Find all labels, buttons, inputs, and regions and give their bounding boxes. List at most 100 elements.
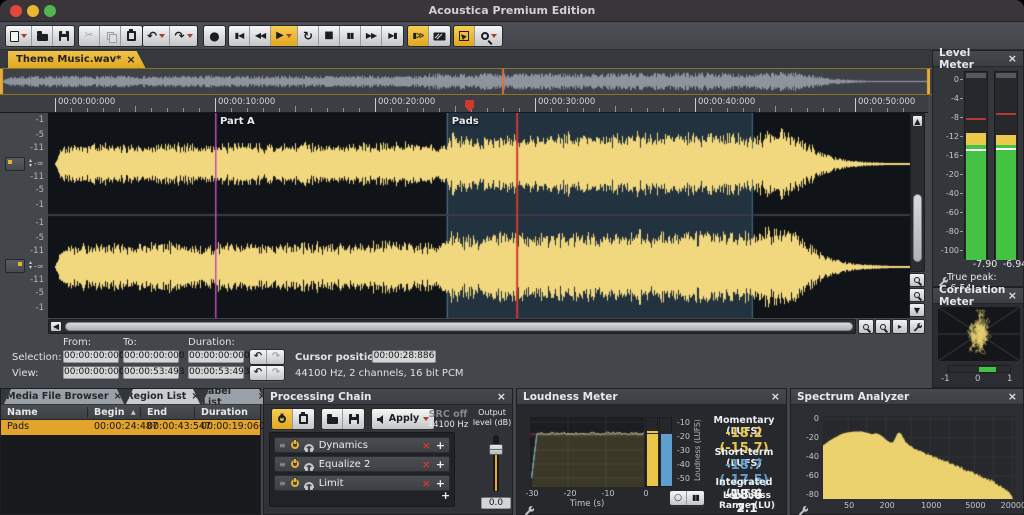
drag-handle-icon[interactable]: ≡	[279, 463, 286, 466]
remove-effect-icon[interactable]: ×	[422, 458, 431, 471]
close-tab-icon[interactable]: ×	[126, 53, 135, 66]
output-level-value[interactable]: 0.0	[481, 497, 511, 509]
apply-chain-button[interactable]: Apply	[372, 409, 434, 429]
pause-loudness-button[interactable]: ▮▮	[687, 491, 704, 505]
column-header-duration[interactable]: Duration	[201, 407, 248, 418]
drag-handle-icon[interactable]: ≡	[279, 482, 286, 485]
column-header-begin[interactable]: Begin	[94, 407, 125, 418]
output-fader-handle[interactable]	[489, 444, 503, 455]
zoom-selection-button[interactable]: ▸	[892, 319, 908, 334]
chain-clipboard-button[interactable]	[293, 409, 314, 429]
stop-button[interactable]: ■	[319, 26, 340, 46]
correlation-meter-header[interactable]: Correlation Meter×	[933, 288, 1023, 304]
close-panel-icon[interactable]: ×	[1008, 291, 1017, 301]
selection-redo-button[interactable]: ↷	[267, 350, 284, 364]
view-duration-field[interactable]: 00:00:53:493	[188, 366, 244, 379]
waveform-editor[interactable]	[48, 113, 910, 318]
list-tab-media-file-browser[interactable]: Media File Browser×	[4, 389, 124, 404]
new-file-button[interactable]	[6, 26, 32, 46]
spectrum-settings-button[interactable]	[797, 501, 808, 515]
remove-effect-icon[interactable]: ×	[422, 439, 431, 452]
record-button[interactable]: ●	[204, 26, 225, 46]
save-file-button[interactable]	[53, 26, 74, 46]
selection-undo-button[interactable]: ↶	[250, 350, 267, 364]
effect-row-limit[interactable]: ≡Limit×+	[274, 475, 450, 491]
time-ruler[interactable]: 00:00:00:00000:00:10:00000:00:20:00000:0…	[0, 95, 928, 113]
overview-waveform[interactable]	[0, 69, 930, 94]
drag-handle-icon[interactable]: ≡	[279, 444, 286, 447]
zoom-out-horizontal-button[interactable]	[875, 319, 891, 334]
horizontal-scroll-thumb[interactable]	[65, 322, 853, 331]
zoom-settings-button[interactable]	[909, 319, 925, 334]
view-redo-button[interactable]: ↷	[267, 366, 284, 380]
zoom-menu-button[interactable]: ▼	[909, 303, 925, 317]
spectrum-analyzer-header[interactable]: Spectrum Analyzer×	[791, 389, 1023, 405]
marker-label[interactable]: Part A	[220, 116, 255, 127]
view-undo-button[interactable]: ↶	[250, 366, 267, 380]
close-tab-icon[interactable]: ×	[114, 391, 122, 402]
go-to-start-button[interactable]: ▮◀	[229, 26, 250, 46]
pause-button[interactable]: ▮▮	[340, 26, 361, 46]
close-panel-icon[interactable]: ×	[1008, 54, 1017, 64]
effect-power-icon[interactable]	[291, 479, 299, 487]
redo-button[interactable]: ↷	[170, 26, 197, 46]
headphones-monitor-icon[interactable]	[304, 482, 314, 488]
add-effect-button[interactable]: +	[441, 489, 450, 502]
remove-effect-icon[interactable]: ×	[422, 477, 431, 490]
remote-control-button[interactable]	[429, 26, 450, 46]
selection-tool-button[interactable]	[454, 26, 475, 46]
insert-effect-icon[interactable]: +	[436, 439, 445, 452]
zoom-in-horizontal-button[interactable]	[858, 319, 874, 334]
effect-power-icon[interactable]	[291, 460, 299, 468]
scrub-button[interactable]: ▮≫	[408, 26, 429, 46]
zoom-tool-button[interactable]	[475, 26, 502, 46]
effect-row-equalize-2[interactable]: ≡Equalize 2×+	[274, 456, 450, 472]
document-tab[interactable]: Theme Music.wav* ×	[8, 51, 146, 68]
level-meter-header[interactable]: Level Meter×	[933, 51, 1023, 67]
cursor-position-field[interactable]: 00:00:28:886	[372, 350, 436, 363]
table-row[interactable]: Pads00:00:24:48700:00:43:54700:00:19:060	[1, 420, 260, 435]
horizontal-scrollbar[interactable]: ◀	[48, 319, 856, 334]
play-button[interactable]: ▶	[271, 26, 298, 46]
view-from-field[interactable]: 00:00:00:000	[63, 366, 119, 379]
fast-forward-button[interactable]: ▶▶	[361, 26, 382, 46]
chain-save-button[interactable]	[343, 409, 364, 429]
paste-button[interactable]	[121, 26, 142, 46]
close-panel-icon[interactable]: ×	[771, 392, 780, 402]
selection-from-field[interactable]: 00:00:00:000	[63, 350, 119, 363]
loudness-settings-button[interactable]	[523, 501, 534, 515]
headphones-monitor-icon[interactable]	[304, 444, 314, 450]
scroll-up-button[interactable]: ▲	[912, 115, 923, 127]
vertical-scrollbar[interactable]: ▲	[910, 113, 925, 272]
selection-to-field[interactable]: 00:00:00:000	[123, 350, 179, 363]
region-label[interactable]: Pads	[452, 116, 479, 127]
chain-enable-button[interactable]	[272, 409, 293, 429]
loop-playback-button[interactable]: ↻	[298, 26, 319, 46]
overview-strip[interactable]	[0, 68, 932, 95]
list-tab-region-list[interactable]: Region List×	[126, 389, 200, 404]
column-header-name[interactable]: Name	[7, 407, 38, 418]
close-panel-icon[interactable]: ×	[497, 392, 506, 402]
vertical-scroll-thumb[interactable]	[913, 194, 922, 262]
reset-loudness-button[interactable]: ○	[670, 491, 687, 505]
scroll-left-button[interactable]: ◀	[50, 321, 62, 332]
insert-effect-icon[interactable]: +	[436, 458, 445, 471]
undo-button[interactable]: ↶	[143, 26, 170, 46]
loudness-meter-header[interactable]: Loudness Meter×	[517, 389, 786, 405]
go-to-end-button[interactable]: ▶▮	[382, 26, 403, 46]
processing-chain-header[interactable]: Processing Chain×	[264, 389, 512, 405]
effect-row-dynamics[interactable]: ≡Dynamics×+	[274, 437, 450, 453]
copy-button[interactable]	[100, 26, 121, 46]
column-header-end[interactable]: End	[147, 407, 167, 418]
effect-power-icon[interactable]	[291, 441, 299, 449]
insert-effect-icon[interactable]: +	[436, 477, 445, 490]
close-tab-icon[interactable]: ×	[191, 391, 199, 402]
chain-open-button[interactable]	[322, 409, 343, 429]
open-file-button[interactable]	[32, 26, 53, 46]
selection-duration-field[interactable]: 00:00:00:000	[188, 350, 244, 363]
headphones-monitor-icon[interactable]	[304, 463, 314, 469]
rewind-button[interactable]: ◀◀	[250, 26, 271, 46]
zoom-out-vertical-button[interactable]	[909, 288, 925, 302]
close-panel-icon[interactable]: ×	[1008, 392, 1017, 402]
list-tab-label-list[interactable]: Label List×	[202, 389, 266, 404]
